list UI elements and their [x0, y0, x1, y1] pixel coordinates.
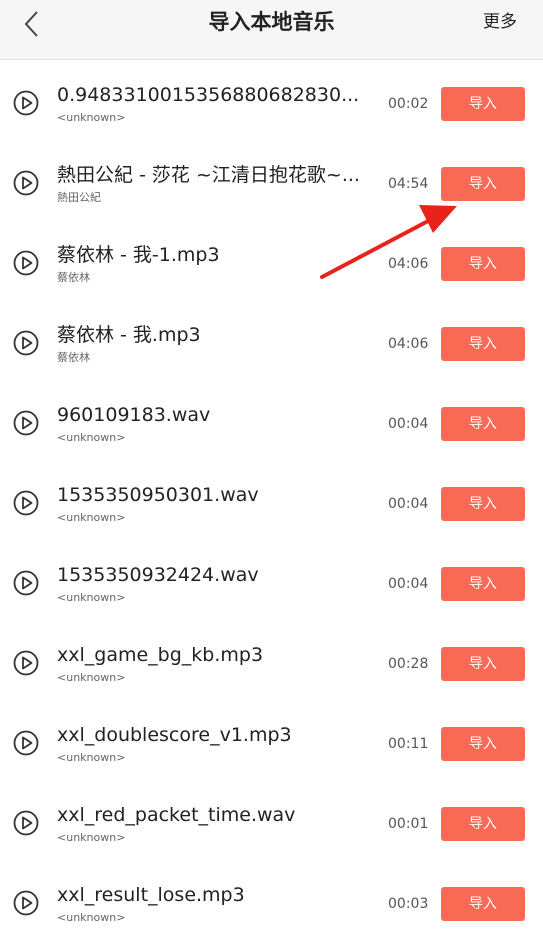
import-button[interactable]: 导入: [441, 487, 525, 521]
song-artist: 蔡依林: [57, 271, 90, 284]
song-duration: 00:04: [388, 416, 429, 432]
song-title: 蔡依林 - 我.mp3: [57, 324, 201, 346]
song-artist: <unknown>: [57, 671, 126, 684]
import-button[interactable]: 导入: [441, 407, 525, 441]
song-title: xxl_doublescore_v1.mp3: [57, 724, 292, 746]
play-circle-icon[interactable]: [13, 330, 39, 356]
import-button[interactable]: 导入: [441, 567, 525, 601]
song-duration: 00:28: [388, 656, 429, 672]
song-artist: <unknown>: [57, 511, 126, 524]
song-title: 熱田公紀 - 莎花 ~江清日抱花歌~...: [57, 164, 360, 186]
import-button[interactable]: 导入: [441, 807, 525, 841]
page-title: 导入本地音乐: [208, 10, 335, 34]
song-duration: 00:04: [388, 496, 429, 512]
play-circle-icon[interactable]: [13, 170, 39, 196]
song-duration: 04:06: [388, 256, 429, 272]
import-button[interactable]: 导入: [441, 167, 525, 201]
song-list: 0.9483310015356880682830... <unknown> 00…: [0, 60, 543, 940]
play-circle-icon[interactable]: [13, 730, 39, 756]
import-button[interactable]: 导入: [441, 327, 525, 361]
list-item[interactable]: xxl_doublescore_v1.mp3 <unknown> 00:11 导…: [0, 700, 543, 780]
song-duration: 00:11: [388, 736, 429, 752]
song-artist: <unknown>: [57, 111, 126, 124]
import-button[interactable]: 导入: [441, 727, 525, 761]
song-title: 蔡依林 - 我-1.mp3: [57, 244, 220, 266]
song-artist: 蔡依林: [57, 351, 90, 364]
list-item[interactable]: xxl_red_packet_time.wav <unknown> 00:01 …: [0, 780, 543, 860]
list-item[interactable]: xxl_result_lose.mp3 <unknown> 00:03 导入: [0, 860, 543, 940]
song-artist: <unknown>: [57, 591, 126, 604]
song-title: 1535350950301.wav: [57, 484, 259, 506]
song-duration: 00:04: [388, 576, 429, 592]
import-button[interactable]: 导入: [441, 647, 525, 681]
song-title: xxl_result_lose.mp3: [57, 884, 245, 906]
list-item[interactable]: 0.9483310015356880682830... <unknown> 00…: [0, 60, 543, 140]
top-bar: 导入本地音乐 更多: [0, 0, 543, 60]
play-circle-icon[interactable]: [13, 490, 39, 516]
play-circle-icon[interactable]: [13, 650, 39, 676]
song-duration: 04:06: [388, 336, 429, 352]
song-title: 0.9483310015356880682830...: [57, 84, 360, 106]
song-title: 960109183.wav: [57, 404, 211, 426]
song-artist: 熱田公紀: [57, 191, 101, 204]
list-item[interactable]: 蔡依林 - 我.mp3 蔡依林 04:06 导入: [0, 300, 543, 380]
song-duration: 00:02: [388, 96, 429, 112]
play-circle-icon[interactable]: [13, 410, 39, 436]
list-item[interactable]: 1535350932424.wav <unknown> 00:04 导入: [0, 540, 543, 620]
list-item[interactable]: 蔡依林 - 我-1.mp3 蔡依林 04:06 导入: [0, 220, 543, 300]
song-title: 1535350932424.wav: [57, 564, 259, 586]
import-button[interactable]: 导入: [441, 887, 525, 921]
list-item[interactable]: xxl_game_bg_kb.mp3 <unknown> 00:28 导入: [0, 620, 543, 700]
play-circle-icon[interactable]: [13, 810, 39, 836]
play-circle-icon[interactable]: [13, 250, 39, 276]
song-artist: <unknown>: [57, 431, 126, 444]
list-item[interactable]: 1535350950301.wav <unknown> 00:04 导入: [0, 460, 543, 540]
import-button[interactable]: 导入: [441, 247, 525, 281]
play-circle-icon[interactable]: [13, 90, 39, 116]
more-button[interactable]: 更多: [483, 0, 517, 44]
play-circle-icon[interactable]: [13, 890, 39, 916]
import-button[interactable]: 导入: [441, 87, 525, 121]
list-item[interactable]: 熱田公紀 - 莎花 ~江清日抱花歌~... 熱田公紀 04:54 导入: [0, 140, 543, 220]
song-duration: 04:54: [388, 176, 429, 192]
song-title: xxl_game_bg_kb.mp3: [57, 644, 264, 666]
song-duration: 00:01: [388, 816, 429, 832]
song-title: xxl_red_packet_time.wav: [57, 804, 296, 826]
song-artist: <unknown>: [57, 911, 126, 924]
song-artist: <unknown>: [57, 831, 126, 844]
song-artist: <unknown>: [57, 751, 126, 764]
list-item[interactable]: 960109183.wav <unknown> 00:04 导入: [0, 380, 543, 460]
play-circle-icon[interactable]: [13, 570, 39, 596]
song-duration: 00:03: [388, 896, 429, 912]
